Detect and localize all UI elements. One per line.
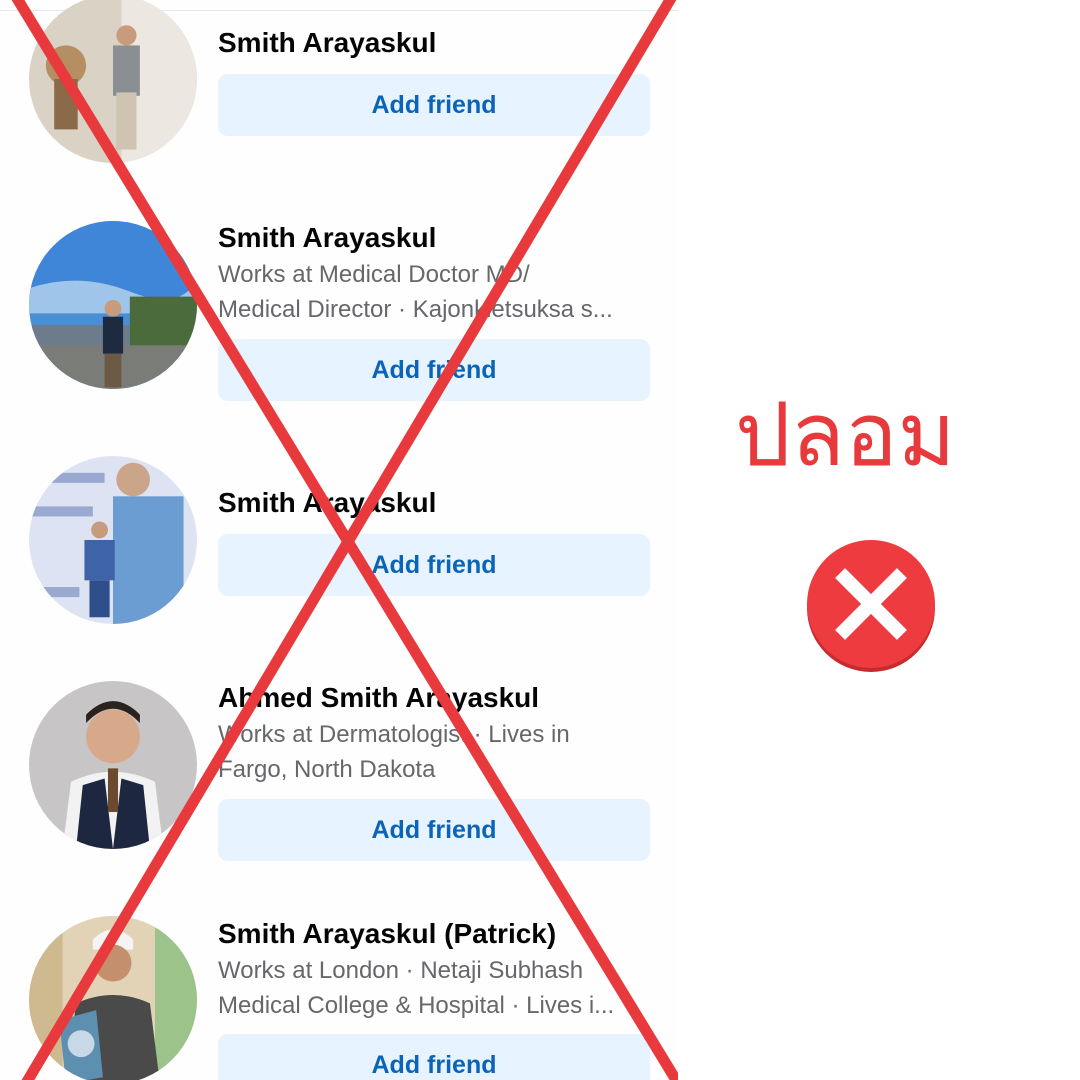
person-name[interactable]: Ahmed Smith Arayaskul: [218, 680, 539, 716]
location-detail: Fargo, North Dakota: [218, 756, 436, 783]
add-friend-button[interactable]: Add friend: [218, 1034, 650, 1080]
work-detail: Works at London · Netaji Subhash: [218, 957, 584, 984]
add-friend-button[interactable]: Add friend: [218, 339, 650, 401]
person-name[interactable]: Smith Arayaskul: [218, 25, 436, 61]
person-name[interactable]: Smith Arayaskul: [218, 485, 436, 521]
avatar[interactable]: [29, 0, 197, 163]
avatar[interactable]: [29, 916, 197, 1080]
search-results-list: Smith Arayaskul Add friend Smith Arayask…: [0, 0, 678, 1080]
profile-photo: [29, 916, 197, 1080]
profile-photo: [29, 681, 197, 849]
work-detail: Works at Medical Doctor MD/: [218, 261, 530, 288]
person-name[interactable]: Smith Arayaskul (Patrick): [218, 916, 556, 952]
profile-photo: [29, 456, 197, 624]
work-detail: Medical College & Hospital · Lives i...: [218, 992, 615, 1019]
work-detail: Works at Dermatologist · Lives in: [218, 721, 570, 748]
avatar[interactable]: [29, 221, 197, 389]
add-friend-button[interactable]: Add friend: [218, 799, 650, 861]
profile-photo: [29, 0, 197, 163]
work-detail: Medical Director · Kajonkietsuksa s...: [218, 296, 613, 323]
profile-photo: [29, 221, 197, 389]
avatar[interactable]: [29, 456, 197, 624]
x-circle-icon: [805, 540, 937, 672]
avatar[interactable]: [29, 681, 197, 849]
add-friend-button[interactable]: Add friend: [218, 74, 650, 136]
fake-warning-label: ปลอม: [735, 383, 956, 486]
add-friend-button[interactable]: Add friend: [218, 534, 650, 596]
person-name[interactable]: Smith Arayaskul: [218, 220, 436, 256]
